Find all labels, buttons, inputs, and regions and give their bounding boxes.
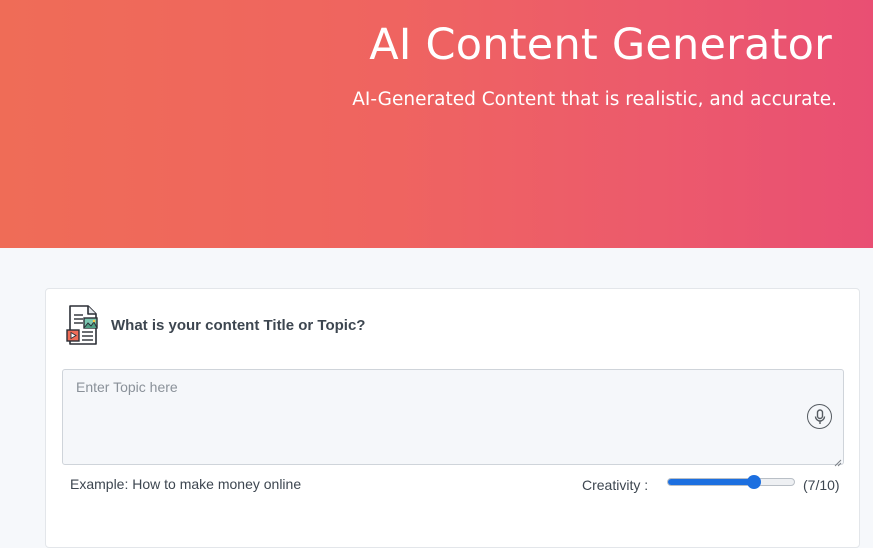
creativity-slider-fill bbox=[668, 479, 755, 485]
topic-card: What is your content Title or Topic? Exa… bbox=[45, 288, 860, 548]
microphone-icon[interactable] bbox=[807, 404, 832, 429]
topic-example: Example: How to make money online bbox=[70, 476, 302, 492]
resize-handle-icon[interactable] bbox=[833, 454, 842, 467]
page-subtitle: AI-Generated Content that is realistic, … bbox=[352, 89, 837, 110]
hero-banner: AI Content Generator AI-Generated Conten… bbox=[0, 0, 873, 248]
document-media-icon bbox=[66, 304, 100, 346]
creativity-label: Creativity : bbox=[582, 477, 649, 493]
page-title: AI Content Generator bbox=[369, 20, 832, 70]
creativity-value: (7/10) bbox=[803, 477, 840, 493]
creativity-slider[interactable] bbox=[667, 475, 795, 489]
creativity-slider-track bbox=[667, 478, 795, 486]
creativity-slider-thumb[interactable] bbox=[746, 475, 761, 489]
topic-question: What is your content Title or Topic? bbox=[111, 317, 366, 334]
topic-input[interactable] bbox=[63, 370, 843, 464]
topic-input-container bbox=[62, 369, 844, 467]
